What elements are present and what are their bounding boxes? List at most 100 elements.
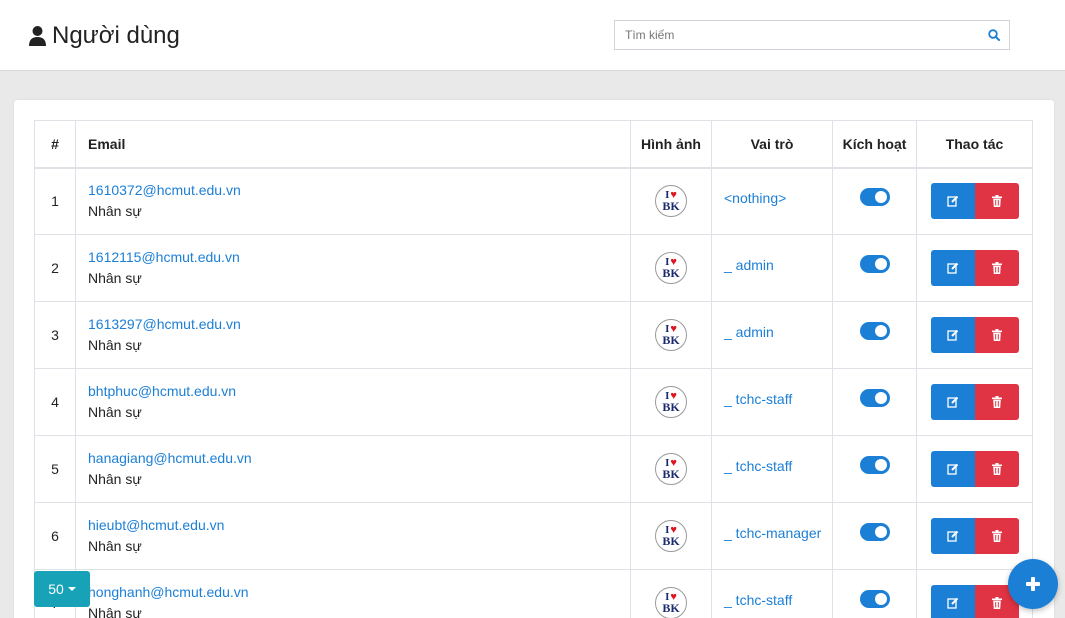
row-index: 3 [34,301,76,369]
active-cell [832,301,917,369]
email-link[interactable]: 1612115@hcmut.edu.vn [88,247,630,268]
email-link[interactable]: hieubt@hcmut.edu.vn [88,515,630,536]
edit-button[interactable] [930,250,975,286]
role-cell: _ admin [711,301,833,369]
active-toggle[interactable] [859,188,890,207]
delete-button[interactable] [974,451,1019,487]
action-buttons [917,183,1032,220]
edit-icon [946,597,958,609]
actions-cell [916,167,1033,235]
active-toggle[interactable] [859,590,890,608]
column-header-role: Vai trò [711,120,833,169]
email-cell: 1613297@hcmut.edu.vn Nhân sự [75,301,631,369]
toggle-knob [874,526,887,538]
toggle-knob [874,191,887,204]
role-cell: _ tchc-staff [711,569,833,618]
table-row: 4 bhtphuc@hcmut.edu.vn Nhân sự I ♥ BK _ tchc-s… [34,368,1033,436]
action-buttons [917,518,1032,554]
edit-button[interactable] [930,384,975,420]
delete-button[interactable] [974,518,1019,554]
search-button[interactable] [979,21,1009,49]
active-toggle[interactable] [859,523,890,541]
action-buttons [917,451,1032,487]
role-link[interactable]: _ admin [724,324,774,340]
toggle-knob [874,258,887,270]
role-cell: <nothing> [711,167,833,235]
table-row: 5 hanagiang@hcmut.edu.vn Nhân sự I ♥ BK _ tchc… [34,435,1033,503]
column-header-index: # [34,120,76,169]
actions-cell [916,435,1033,503]
avatar: I ♥ BK [655,453,687,485]
image-cell: I ♥ BK [630,234,712,302]
email-cell: 1610372@hcmut.edu.vn Nhân sự [75,167,631,235]
user-category: Nhân sự [88,605,142,618]
active-toggle[interactable] [859,322,890,340]
role-cell: _ admin [711,234,833,302]
role-link[interactable]: _ tchc-staff [724,592,792,608]
toggle-knob [874,459,887,471]
actions-cell [916,368,1033,436]
email-cell: 1612115@hcmut.edu.vn Nhân sự [75,234,631,302]
search-input[interactable] [615,21,979,49]
role-link[interactable]: _ tchc-staff [724,391,792,407]
avatar-text-bottom: BK [662,534,680,548]
edit-button[interactable] [930,317,975,353]
table-header-row: # Email Hình ảnh Vai trò Kích hoạt Thao … [34,120,1033,169]
avatar-text-bottom: BK [662,333,680,347]
table-row: 2 1612115@hcmut.edu.vn Nhân sự I ♥ BK _ admin [34,234,1033,302]
active-toggle[interactable] [859,456,890,474]
edit-button[interactable] [930,451,975,487]
actions-cell [916,502,1033,570]
image-cell: I ♥ BK [630,368,712,436]
avatar: I ♥ BK [655,587,687,618]
email-cell: hanagiang@hcmut.edu.vn Nhân sự [75,435,631,503]
trash-icon [991,530,1002,542]
avatar: I ♥ BK [655,520,687,552]
avatar-text-bottom: BK [662,601,680,615]
delete-button[interactable] [974,183,1019,220]
delete-button[interactable] [974,250,1019,286]
active-cell [832,167,917,235]
role-link[interactable]: <nothing> [724,190,786,206]
trash-icon [991,463,1002,475]
trash-icon [991,597,1002,609]
users-table: # Email Hình ảnh Vai trò Kích hoạt Thao … [34,120,1033,618]
role-link[interactable]: _ tchc-staff [724,458,792,474]
trash-icon [991,329,1002,341]
user-category: Nhân sự [88,270,142,286]
role-link[interactable]: _ admin [724,257,774,273]
edit-icon [946,262,958,274]
toggle-knob [874,593,887,605]
add-user-button[interactable] [1008,559,1058,609]
row-index: 2 [34,234,76,302]
active-cell [832,368,917,436]
image-cell: I ♥ BK [630,502,712,570]
active-toggle[interactable] [859,389,890,407]
role-link[interactable]: _ tchc-manager [724,525,821,541]
edit-button[interactable] [930,585,975,618]
active-cell [832,234,917,302]
email-link[interactable]: 1613297@hcmut.edu.vn [88,314,630,335]
active-cell [832,435,917,503]
user-category: Nhân sự [88,337,142,353]
row-index: 6 [34,502,76,570]
edit-icon [946,396,958,408]
column-header-image: Hình ảnh [630,120,712,169]
plus-icon [1026,577,1040,591]
avatar: I ♥ BK [655,386,687,418]
delete-button[interactable] [974,384,1019,420]
avatar: I ♥ BK [655,319,687,351]
action-buttons [917,250,1032,286]
row-index: 1 [34,167,76,235]
delete-button[interactable] [974,317,1019,353]
page-size-dropdown[interactable]: 50 [34,571,90,607]
email-link[interactable]: honghanh@hcmut.edu.vn [88,582,630,603]
email-link[interactable]: 1610372@hcmut.edu.vn [88,180,630,201]
edit-button[interactable] [930,183,975,220]
edit-button[interactable] [930,518,975,554]
active-toggle[interactable] [859,255,890,273]
email-link[interactable]: bhtphuc@hcmut.edu.vn [88,381,630,402]
avatar-text-bottom: BK [662,199,680,214]
table-body: 1 1610372@hcmut.edu.vn Nhân sự I ♥ BK <nothing… [34,167,1033,618]
email-link[interactable]: hanagiang@hcmut.edu.vn [88,448,630,469]
